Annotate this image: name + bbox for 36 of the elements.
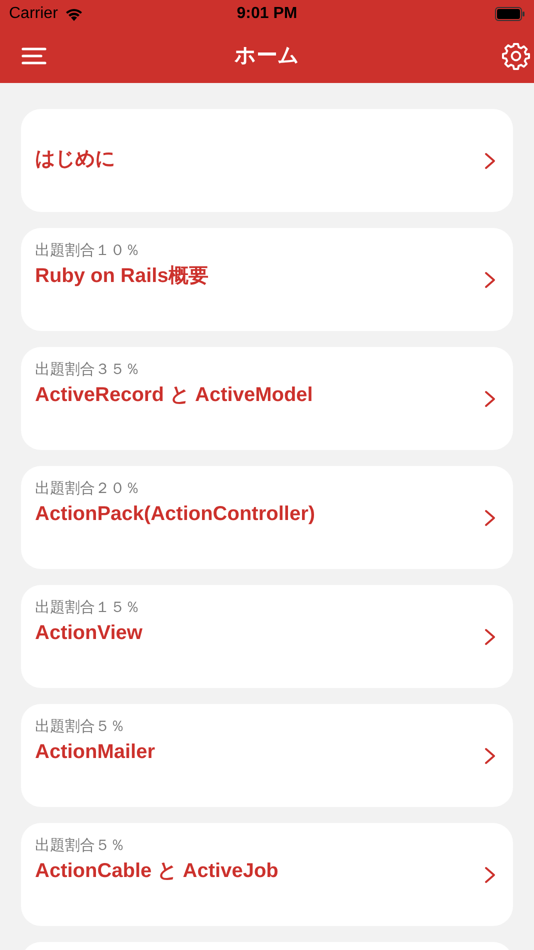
topic-card[interactable]: 出題割合２０％ ActionPack(ActionController) bbox=[21, 466, 513, 569]
topic-title: Ruby on Rails概要 bbox=[35, 264, 208, 289]
topic-title: ActiveRecord と ActiveModel bbox=[35, 383, 313, 408]
topic-title: ActionMailer bbox=[35, 740, 156, 765]
chevron-icon bbox=[484, 866, 496, 884]
nav-title: ホーム bbox=[234, 42, 300, 69]
wifi-icon bbox=[64, 6, 84, 22]
ratio-label: 出題割合２０％ bbox=[35, 479, 141, 499]
ratio-label: 出題割合３５％ bbox=[35, 360, 141, 380]
battery-icon bbox=[495, 7, 525, 21]
topic-card[interactable]: 出題割合１５％ ActionView bbox=[21, 585, 513, 688]
topic-title: ActionView bbox=[35, 621, 142, 646]
topic-card[interactable]: 出題割合１０％ Ruby on Rails概要 bbox=[21, 228, 513, 331]
chevron-icon bbox=[484, 746, 496, 764]
settings-icon bbox=[502, 42, 530, 70]
chevron-icon bbox=[484, 270, 496, 288]
topic-card[interactable]: はじめに bbox=[21, 109, 513, 212]
menu-icon bbox=[21, 46, 47, 64]
topic-card[interactable]: 出題割合５％ ActionCable と ActiveJob bbox=[21, 823, 513, 926]
settings-button[interactable] bbox=[501, 40, 531, 70]
chevron-icon bbox=[484, 152, 496, 170]
chevron-icon bbox=[484, 390, 496, 408]
chevron-icon bbox=[484, 628, 496, 646]
topic-card[interactable]: 出題割合３５％ ActiveRecord と ActiveModel bbox=[21, 347, 513, 450]
topic-card[interactable]: 出題割合５％ ActionMailer bbox=[21, 704, 513, 807]
chevron-icon bbox=[484, 508, 496, 526]
menu-button[interactable] bbox=[20, 46, 48, 66]
ratio-label: 出題割合５％ bbox=[35, 717, 126, 737]
ratio-label: 出題割合１５％ bbox=[35, 598, 141, 618]
carrier-label: Carrier bbox=[9, 4, 58, 24]
ratio-label: 出題割合１０％ bbox=[35, 241, 141, 261]
topic-title: ActionCable と ActiveJob bbox=[35, 859, 278, 884]
topic-title: ActionPack(ActionController) bbox=[35, 502, 316, 527]
topic-title: はじめに bbox=[35, 146, 115, 172]
status-time: 9:01 PM bbox=[236, 4, 298, 24]
ratio-label: 出題割合５％ bbox=[35, 836, 126, 856]
